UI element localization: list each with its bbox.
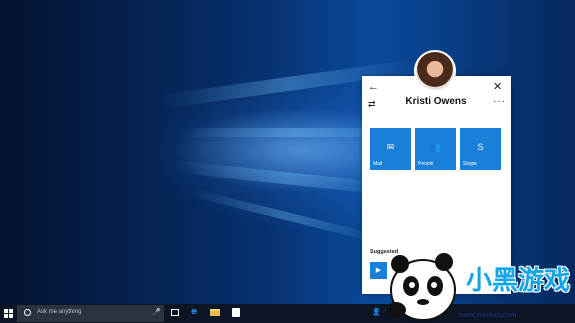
store-icon[interactable] bbox=[232, 308, 240, 317]
cortana-icon bbox=[24, 309, 31, 316]
people-app-tile[interactable]: 👥 People bbox=[415, 128, 456, 170]
start-button[interactable] bbox=[4, 309, 13, 318]
tile-label: Skype bbox=[463, 161, 477, 167]
close-icon[interactable]: ✕ bbox=[493, 82, 502, 93]
more-options-icon[interactable]: ··· bbox=[493, 97, 506, 107]
contact-avatar bbox=[414, 50, 456, 92]
people-icon: 👥 bbox=[429, 142, 442, 152]
edge-browser-icon[interactable]: e bbox=[191, 307, 197, 317]
contact-name: Kristi Owens bbox=[405, 96, 467, 107]
search-placeholder: Ask me anything bbox=[37, 309, 82, 315]
mail-app-tile[interactable]: ✉ Mail bbox=[370, 128, 411, 170]
microphone-icon[interactable]: 🎤 bbox=[152, 308, 161, 316]
task-view-icon[interactable] bbox=[171, 309, 179, 316]
watermark-url: www.xiaohei.com bbox=[458, 312, 517, 319]
skype-icon: S bbox=[477, 142, 484, 152]
file-explorer-icon[interactable] bbox=[210, 309, 220, 316]
tile-label: Mail bbox=[373, 161, 383, 167]
wallpaper-light-beam bbox=[189, 188, 386, 245]
watermark-brand-text: 小黑游戏 bbox=[466, 266, 571, 296]
back-arrow-icon[interactable]: ← bbox=[368, 82, 379, 93]
mail-icon: ✉ bbox=[386, 142, 395, 152]
swap-icon[interactable]: ⇄ bbox=[368, 99, 376, 109]
skype-app-tile[interactable]: S Skype bbox=[460, 128, 501, 170]
tile-label: People bbox=[418, 161, 434, 167]
